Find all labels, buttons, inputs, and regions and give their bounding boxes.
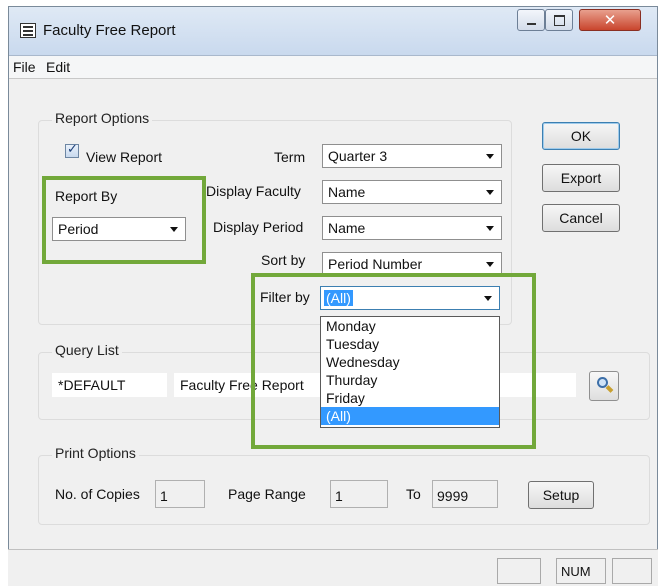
menu-edit[interactable]: Edit (46, 59, 70, 75)
view-report-checkbox[interactable]: ✓ (65, 142, 79, 158)
report-by-highlight (42, 176, 206, 264)
display-faculty-value: Name (328, 184, 366, 200)
report-options-label: Report Options (52, 110, 153, 126)
chevron-down-icon (486, 154, 494, 159)
menu-bar: File Edit (9, 56, 657, 79)
export-button[interactable]: Export (542, 164, 620, 192)
page-range-label: Page Range (228, 486, 306, 502)
close-icon: ✕ (603, 11, 617, 29)
maximize-button[interactable] (545, 9, 573, 31)
to-label: To (406, 486, 421, 502)
chevron-down-icon (486, 190, 494, 195)
display-period-value: Name (328, 220, 366, 236)
copies-input[interactable]: 1 (155, 480, 205, 508)
term-value: Quarter 3 (328, 148, 388, 164)
status-pane-blank (497, 558, 541, 584)
chevron-down-icon (486, 226, 494, 231)
minimize-button[interactable] (517, 9, 545, 31)
display-faculty-select[interactable]: Name (322, 180, 502, 204)
display-faculty-label: Display Faculty (206, 183, 301, 199)
window-title: Faculty Free Report (43, 22, 176, 39)
term-label: Term (274, 149, 306, 165)
query-name-field[interactable]: *DEFAULT (52, 373, 167, 397)
page-from-input[interactable]: 1 (330, 480, 388, 508)
title-bar: Faculty Free Report ✕ (9, 7, 657, 56)
num-lock-indicator: NUM (556, 558, 606, 584)
search-button[interactable] (589, 371, 619, 401)
maximize-icon (554, 15, 565, 26)
term-select[interactable]: Quarter 3 (322, 144, 502, 168)
page-to-input[interactable]: 9999 (432, 480, 498, 508)
display-period-select[interactable]: Name (322, 216, 502, 240)
display-period-label: Display Period (213, 219, 304, 235)
sort-by-value: Period Number (328, 256, 423, 272)
ok-button[interactable]: OK (542, 122, 620, 150)
filter-by-highlight (251, 273, 536, 449)
checkmark-icon: ✓ (67, 142, 78, 157)
close-button[interactable]: ✕ (579, 9, 641, 31)
chevron-down-icon (486, 262, 494, 267)
print-options-label: Print Options (52, 445, 139, 461)
query-list-label: Query List (52, 342, 122, 358)
minimize-icon (527, 23, 536, 25)
status-bar: NUM (8, 549, 658, 586)
cancel-button[interactable]: Cancel (542, 204, 620, 232)
status-pane-end (612, 558, 652, 584)
setup-button[interactable]: Setup (528, 481, 594, 509)
copies-label: No. of Copies (55, 486, 140, 502)
sort-by-label: Sort by (261, 252, 306, 268)
report-window-icon (20, 23, 36, 38)
view-report-label: View Report (86, 149, 163, 165)
menu-file[interactable]: File (13, 59, 36, 75)
